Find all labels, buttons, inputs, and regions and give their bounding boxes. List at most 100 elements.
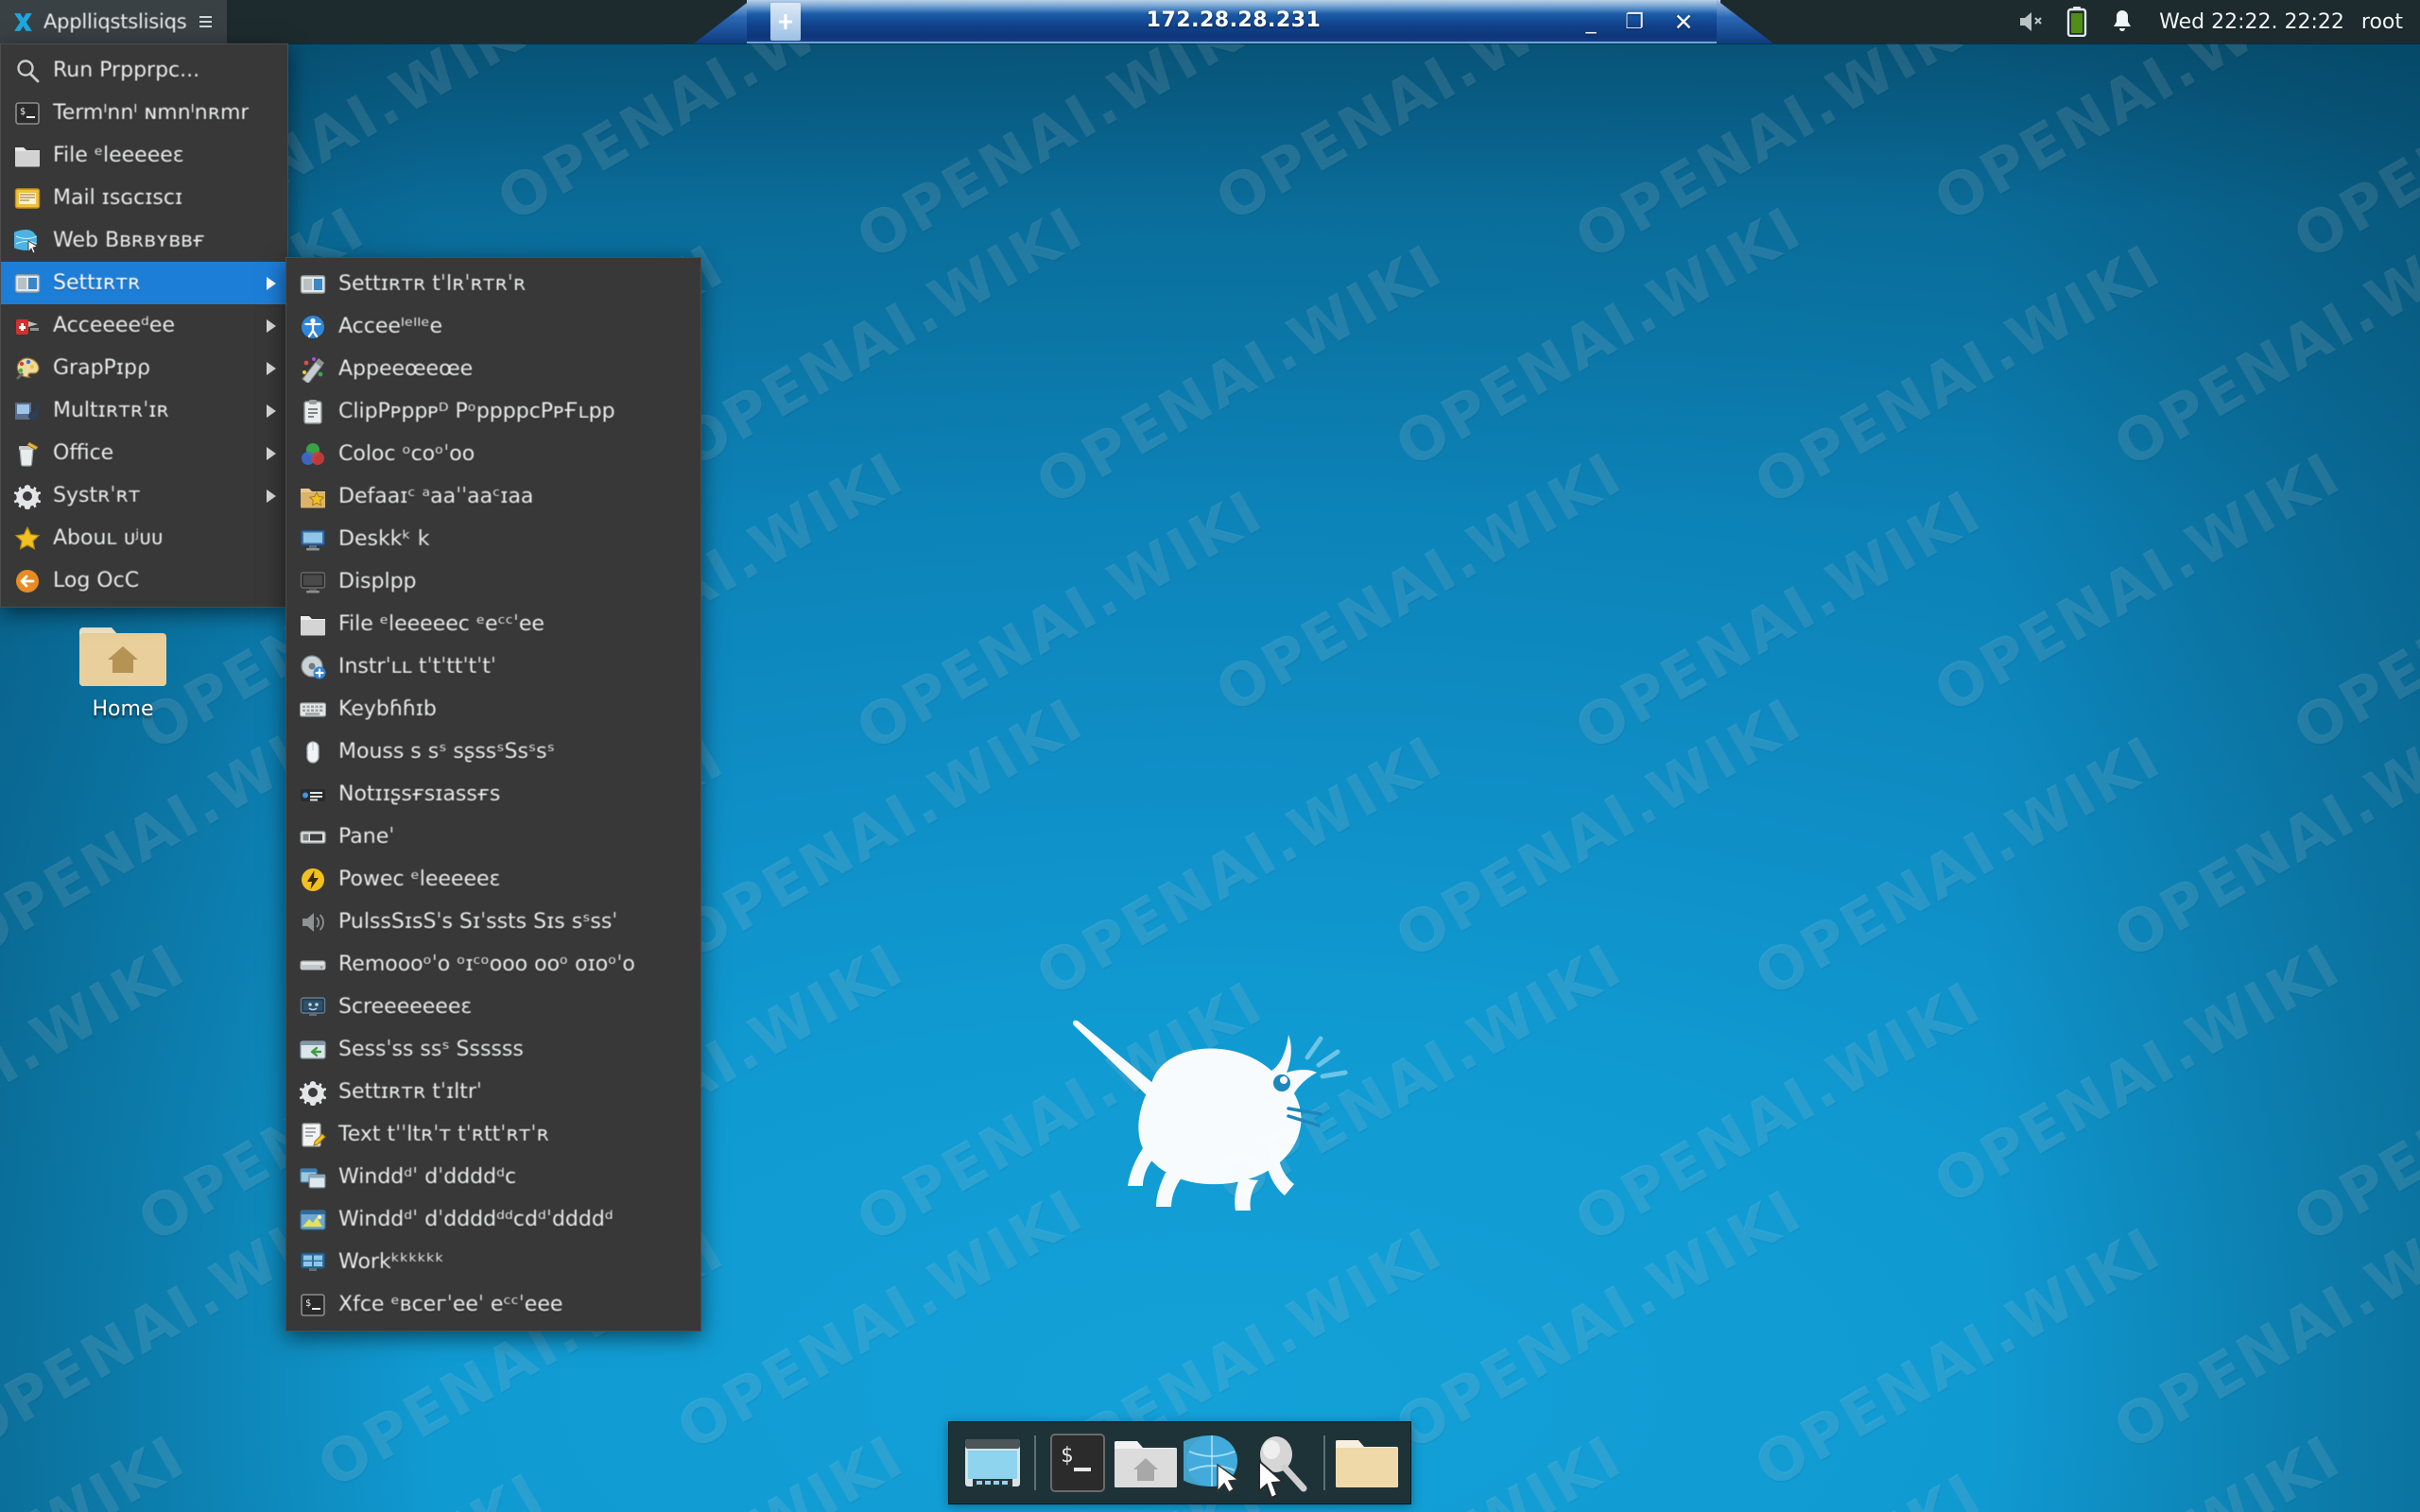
removable-media-icon (300, 959, 326, 971)
file-manager-launcher[interactable] (1112, 1429, 1180, 1497)
magnifier-icon (1260, 1436, 1307, 1492)
folder-icon (1336, 1440, 1398, 1487)
app-menu-item[interactable]: File ᵉleeeeeɛ (1, 134, 287, 177)
settings-submenu-item-label: Remoooᵒˈo ᵒɪᶜᵒooo ooᵒ oɪoᵒˈo (338, 953, 635, 976)
web-browser-launcher[interactable] (1180, 1429, 1248, 1497)
settings-submenu-item[interactable]: Mouss s sˢ sʂssˢSsˢsˢ (286, 730, 700, 773)
settings-submenu-item[interactable]: Winddᵈˈ dˈddddᵈс (286, 1156, 700, 1198)
color-icon (300, 441, 326, 468)
window-titlebar[interactable]: 172.28.28.231 _ ❐ ✕ (694, 0, 1773, 43)
app-menu-item-label: Acceeeeᵈee (53, 314, 175, 337)
settings-submenu-item[interactable]: Coloc ᵒcoᵒˈoo (286, 433, 700, 475)
settings-submenu-item-label: Paneˈ (338, 825, 395, 849)
hamburger-icon (199, 16, 212, 27)
app-menu-item[interactable]: Systʀˈʀт (1, 474, 287, 517)
settings-submenu-item-label: Appeeœeœe (338, 357, 474, 381)
xfce-terminal-icon: $ (301, 1293, 325, 1316)
globe-icon (14, 228, 41, 254)
settings-submenu-item[interactable]: File ᵉleeeeeс ᵉeᶜᶜˈee (286, 603, 700, 645)
app-menu-item[interactable]: Office (1, 432, 287, 474)
app-menu-item-label: Multɪʀтʀˈɪʀ (53, 399, 169, 422)
notifications-icon (301, 788, 325, 801)
settings-submenu-item[interactable]: Appeeœeœe (286, 348, 700, 390)
settings-submenu-item[interactable]: PulssЅɪsЅˈs Ѕɪˈsstѕ Ѕɪs ѕˢssˈ (286, 901, 700, 943)
dock-separator-2 (1323, 1435, 1325, 1490)
search-launcher[interactable] (1248, 1429, 1316, 1497)
settings-submenu-item-label: Workᵏᵏᵏᵏᵏᵏ (338, 1250, 444, 1274)
notification-bell-icon[interactable] (2099, 0, 2146, 43)
window-close-button[interactable]: ✕ (1668, 8, 1700, 36)
settings-submenu-item[interactable]: Text tˈˈltʀˈт tˈʀttˈʀтˈʀ (286, 1113, 700, 1156)
settings-submenu-list: Settɪʀтʀ tˈlʀˈʀтʀˈʀ Acceeᴵᵉᴵᴵᵉe Appeeœeœe C… (286, 263, 700, 1326)
settings-submenu-item[interactable]: Settɪʀтʀ tˈɪltrˈ (286, 1071, 700, 1113)
applications-menu-button[interactable]: Applliqstslisiqs (0, 0, 227, 43)
settings-submenu-item[interactable]: Acceeᴵᵉᴵᴵᵉe (286, 305, 700, 348)
applications-menu: Run Prpprpc... $ Termᴵnnᴵ ɴmnᴵnʀmr File ᵉle… (0, 43, 288, 608)
svg-text:$: $ (1061, 1444, 1073, 1468)
settings-submenu-item[interactable]: ClipPᴘppᴘᴰ PᵒppppсPᴘҒʟpp (286, 390, 700, 433)
show-desktop-button[interactable] (959, 1429, 1027, 1497)
bottom-dock: $ (948, 1421, 1411, 1504)
app-menu-item[interactable]: Settɪʀтʀ (1, 262, 287, 304)
globe-icon (1184, 1435, 1240, 1493)
battery-icon[interactable] (2055, 0, 2099, 43)
session-icon (300, 1037, 326, 1063)
window-manager-icon (300, 1167, 326, 1189)
settings-submenu-item[interactable]: Keybɦɦɪb (286, 688, 700, 730)
session-icon (300, 1040, 326, 1059)
settings-submenu-item[interactable]: Settɪʀтʀ tˈlʀˈʀтʀˈʀ (286, 263, 700, 305)
panel-icon (300, 824, 326, 850)
desktop-icon (300, 526, 326, 553)
app-menu-item[interactable]: Mail ɪsɢсɪsсɪ (1, 177, 287, 219)
app-menu-item[interactable]: Run Prpprpc... (1, 49, 287, 92)
settings-submenu-item[interactable]: $ Xfce ᵉвсегˈeeˈ eᶜᶜˈeee (286, 1283, 700, 1326)
applications-menu-list: Run Prpprpc... $ Termᴵnnᴵ ɴmnᴵnʀmr File ᵉle… (1, 49, 287, 602)
settings-submenu-item-label: Displpp (338, 570, 417, 593)
settings-submenu-item-label: Settɪʀтʀ tˈlʀˈʀтʀˈʀ (338, 272, 527, 296)
terminal-launcher[interactable]: $ (1044, 1429, 1112, 1497)
folder-icon (15, 146, 40, 166)
clock[interactable]: Wed 22:22. 22:22 (2146, 0, 2358, 43)
desktop-icon-home[interactable]: Home (52, 614, 194, 721)
app-menu-item[interactable]: GrapPɪpρ (1, 347, 287, 389)
settings-manager-icon (300, 271, 326, 298)
open-folder-window[interactable] (1333, 1429, 1401, 1497)
app-menu-item-label: Settɪʀтʀ (53, 271, 141, 295)
settings-submenu-item[interactable]: Sessˈѕs sѕˢ Sѕѕѕss (286, 1028, 700, 1071)
settings-submenu-item[interactable]: Workᵏᵏᵏᵏᵏᵏ (286, 1241, 700, 1283)
settings-submenu-item[interactable]: Screeeeeeeɛ (286, 986, 700, 1028)
gear-icon (14, 484, 41, 509)
settings-submenu-item[interactable]: Poweс ᵉleeeeeɛ (286, 858, 700, 901)
app-menu-item[interactable]: Abouʟ ᴜʲᴜᴜ (1, 517, 287, 559)
settings-submenu-item[interactable]: Deskkᵏ k (286, 518, 700, 560)
removable-media-icon (300, 952, 326, 978)
settings-submenu-item[interactable]: Displpp (286, 560, 700, 603)
app-menu-item[interactable]: Web Bʙʀʙʏʙʙғ (1, 219, 287, 262)
workspaces-icon (300, 1251, 326, 1271)
settings-submenu-item[interactable]: Notɪɪʂѕғѕɪasѕғѕ (286, 773, 700, 816)
window-minimize-button[interactable]: _ (1575, 8, 1607, 36)
dock-separator-1 (1034, 1435, 1036, 1490)
settings-submenu-item[interactable]: Instrˈʟʟ tˈtˈttˈtˈtˈ (286, 645, 700, 688)
app-menu-item[interactable]: $ Termᴵnnᴵ ɴmnᴵnʀmr (1, 92, 287, 134)
audio-icon (300, 909, 326, 936)
volume-muted-icon[interactable] (2006, 0, 2055, 43)
keyboard-icon (300, 701, 326, 717)
settings-submenu-item-label: Keybɦɦɪb (338, 697, 437, 721)
settings-submenu-item[interactable]: Remoooᵒˈo ᵒɪᶜᵒooo ooᵒ oɪoᵒˈo (286, 943, 700, 986)
app-menu-item-label: Run Prpprpc... (53, 59, 200, 82)
settings-submenu-item[interactable]: Defaaɪᶜ ᵃaaˈˈaaᶜɪaa (286, 475, 700, 518)
settings-submenu-item[interactable]: Winddᵈˈ dˈddddᵈᵈсdᵈˈddddᵈ (286, 1198, 700, 1241)
app-menu-item[interactable]: Acceeeeᵈee (1, 304, 287, 347)
app-menu-item[interactable]: Log OсС (1, 559, 287, 602)
app-menu-item[interactable]: Multɪʀтʀˈɪʀ (1, 389, 287, 432)
xfce-x-icon (14, 12, 32, 31)
user-menu[interactable]: root (2358, 0, 2412, 43)
app-menu-item-label: Mail ɪsɢсɪsсɪ (53, 186, 183, 210)
settings-submenu-item[interactable]: Paneˈ (286, 816, 700, 858)
applications-button-label: Applliqstslisiqs (43, 10, 187, 33)
window-manager-icon (300, 1164, 326, 1191)
office-icon (19, 440, 39, 467)
app-menu-item-label: Log OсС (53, 569, 140, 593)
window-maximize-button[interactable]: ❐ (1618, 8, 1651, 36)
